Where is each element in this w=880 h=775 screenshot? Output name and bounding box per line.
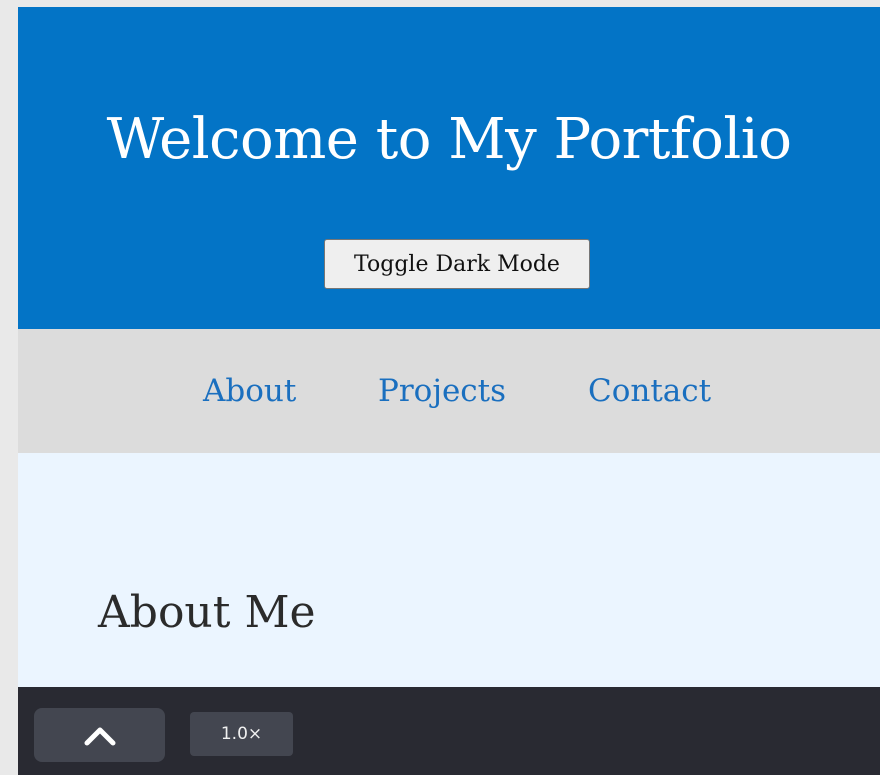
page-viewport: Welcome to My Portfolio Toggle Dark Mode…	[18, 7, 880, 687]
nav-link-projects[interactable]: Projects	[378, 369, 506, 413]
scroll-up-button[interactable]	[34, 708, 165, 762]
toggle-dark-mode-button[interactable]: Toggle Dark Mode	[324, 239, 590, 289]
nav-link-about[interactable]: About	[203, 369, 296, 413]
chevron-up-icon	[84, 727, 116, 746]
player-controls-bar: 1.0×	[18, 687, 880, 775]
about-heading: About Me	[98, 587, 316, 638]
nav-link-contact[interactable]: Contact	[588, 369, 711, 413]
about-section: About Me	[18, 453, 880, 687]
hero-header: Welcome to My Portfolio Toggle Dark Mode	[18, 7, 880, 329]
page-title: Welcome to My Portfolio	[106, 107, 792, 172]
playback-speed-button[interactable]: 1.0×	[190, 712, 293, 756]
main-nav: About Projects Contact	[18, 329, 880, 453]
